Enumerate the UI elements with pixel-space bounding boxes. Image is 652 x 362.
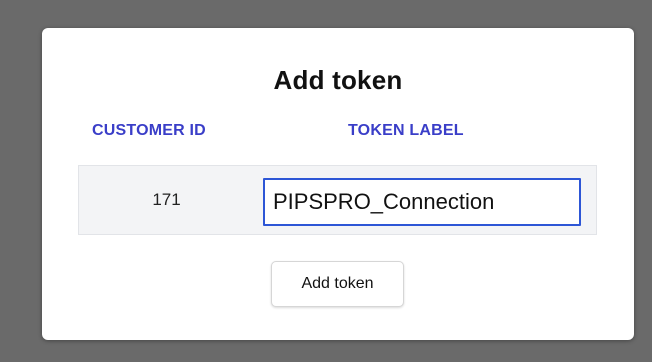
dialog-title: Add token [273,65,403,95]
token-label-column-header: TOKEN LABEL [348,122,464,139]
add-token-dialog: Add token CUSTOMER ID TOKEN LABEL 171 Ad… [42,28,634,340]
customer-id-value: 171 [152,190,181,209]
token-label-input[interactable] [263,178,581,226]
add-token-button[interactable]: Add token [271,261,404,307]
table-row: 171 [78,165,597,235]
customer-id-column-header: CUSTOMER ID [92,122,206,139]
